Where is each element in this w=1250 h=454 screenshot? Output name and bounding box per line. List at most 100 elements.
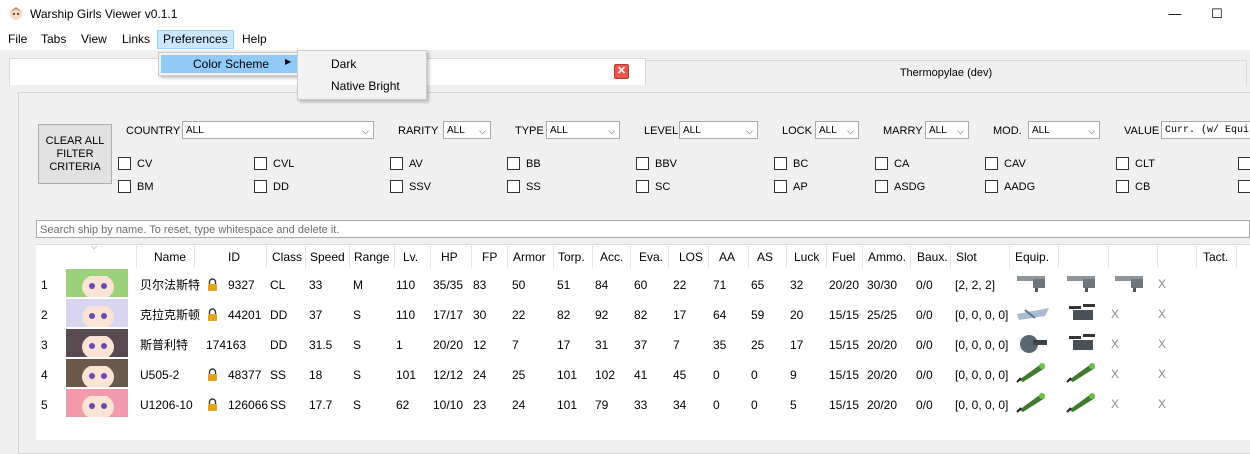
type-checkbox-bc[interactable]: BC	[774, 157, 808, 170]
column-header-baux[interactable]: Baux.	[917, 248, 948, 266]
column-header-lv[interactable]: Lv.	[403, 248, 418, 266]
chevron-down-icon: ⌵	[362, 126, 369, 136]
type-checkbox-aadg[interactable]: AADG	[985, 180, 1035, 193]
lock-select[interactable]: ALL ⌵	[815, 121, 859, 139]
cell-eva: 41	[634, 368, 648, 382]
column-header-torp[interactable]: Torp.	[558, 248, 585, 266]
column-header-equip[interactable]: Equip.	[1015, 248, 1049, 266]
mod-select[interactable]: ALL ⌵	[1028, 121, 1100, 139]
level-value: ALL	[683, 125, 701, 136]
gun-icon[interactable]	[1015, 270, 1051, 294]
checkbox-label: AP	[793, 180, 808, 193]
type-checkbox-av[interactable]: AV	[390, 157, 423, 170]
column-header-los[interactable]: LOS	[679, 248, 703, 266]
gun-icon[interactable]	[1065, 270, 1101, 294]
cell-speed: 33	[309, 278, 323, 292]
menu-preferences[interactable]: Preferences	[157, 30, 234, 49]
rarity-select[interactable]: ALL ⌵	[443, 121, 491, 139]
tab-thermopylae[interactable]: Thermopylae (dev)	[645, 60, 1247, 85]
column-header-ammo[interactable]: Ammo.	[868, 248, 906, 266]
column-header-acc[interactable]: Acc.	[600, 248, 623, 266]
checkbox-box	[774, 157, 787, 170]
lock-icon	[208, 278, 217, 291]
turret-icon[interactable]	[1065, 300, 1101, 324]
checkbox-box	[1238, 157, 1250, 170]
color-scheme-dark[interactable]: Dark	[331, 57, 356, 71]
menu-help[interactable]: Help	[240, 31, 269, 48]
column-header-armor[interactable]: Armor	[513, 248, 546, 266]
torpedo-icon[interactable]	[1015, 360, 1051, 384]
type-checkbox-ss[interactable]: SS	[507, 180, 541, 193]
rarity-value: ALL	[447, 125, 465, 136]
menu-view[interactable]: View	[79, 31, 109, 48]
checkbox-label: SC	[655, 180, 671, 193]
type-checkbox-extra[interactable]	[1238, 157, 1250, 170]
column-header-speed[interactable]: Speed	[310, 248, 345, 266]
type-checkbox-ap[interactable]: AP	[774, 180, 808, 193]
chevron-down-icon: ⌵	[847, 126, 854, 136]
value-select[interactable]: Curr. (w/ Equi	[1161, 121, 1250, 139]
cell-acc: 102	[595, 368, 616, 382]
type-select[interactable]: ALL ⌵	[546, 121, 620, 139]
lock-icon	[208, 308, 217, 321]
maximize-button[interactable]: ☐	[1202, 4, 1232, 24]
column-header-name[interactable]: Name	[154, 248, 186, 266]
column-header-id[interactable]: ID	[228, 248, 240, 266]
type-checkbox-extra[interactable]	[1238, 180, 1250, 193]
column-header-aa[interactable]: AA	[719, 248, 735, 266]
type-checkbox-cav[interactable]: CAV	[985, 157, 1026, 170]
checkbox-box	[118, 157, 131, 170]
color-scheme-native-bright[interactable]: Native Bright	[331, 79, 400, 93]
type-checkbox-ssv[interactable]: SSV	[390, 180, 431, 193]
color-scheme-menu-item[interactable]: Color Scheme ▶	[161, 55, 297, 73]
type-checkbox-dd[interactable]: DD	[254, 180, 289, 193]
column-header-as[interactable]: AS	[757, 248, 773, 266]
column-header-fuel[interactable]: Fuel	[832, 248, 855, 266]
type-checkbox-bbv[interactable]: BBV	[636, 157, 677, 170]
cell-as: 0	[751, 398, 758, 412]
column-header-slot[interactable]: Slot	[956, 248, 977, 266]
type-checkbox-clt[interactable]: CLT	[1116, 157, 1155, 170]
column-divider	[1009, 246, 1010, 268]
lock-label: LOCK	[782, 125, 812, 137]
torpedo-icon[interactable]	[1065, 390, 1101, 414]
chevron-down-icon: ⌵	[1088, 126, 1095, 136]
minimize-button[interactable]: —	[1160, 4, 1190, 24]
column-header-luck[interactable]: Luck	[794, 248, 819, 266]
type-checkbox-bm[interactable]: BM	[118, 180, 154, 193]
column-header-eva[interactable]: Eva.	[639, 248, 663, 266]
menu-file[interactable]: File	[6, 31, 29, 48]
plane-icon[interactable]	[1015, 300, 1051, 324]
gun-icon[interactable]	[1113, 270, 1149, 294]
checkbox-box	[254, 180, 267, 193]
level-select[interactable]: ALL ⌵	[679, 121, 758, 139]
column-header-range[interactable]: Range	[354, 248, 389, 266]
column-header-fp[interactable]: FP	[482, 248, 497, 266]
marry-value: ALL	[929, 125, 947, 136]
column-header-tact[interactable]: Tact.	[1203, 248, 1228, 266]
torpedo-icon[interactable]	[1015, 390, 1051, 414]
turret-icon[interactable]	[1065, 330, 1101, 354]
type-checkbox-cb[interactable]: CB	[1116, 180, 1150, 193]
cannon-icon[interactable]	[1015, 330, 1051, 354]
menu-tabs[interactable]: Tabs	[39, 31, 68, 48]
cell-luck: 9	[790, 368, 797, 382]
type-checkbox-cv[interactable]: CV	[118, 157, 152, 170]
column-header-class[interactable]: Class	[272, 248, 302, 266]
torpedo-icon[interactable]	[1065, 360, 1101, 384]
type-checkbox-bb[interactable]: BB	[507, 157, 541, 170]
type-checkbox-asdg[interactable]: ASDG	[875, 180, 925, 193]
column-header-hp[interactable]: HP	[441, 248, 458, 266]
country-select[interactable]: ALL ⌵	[182, 121, 374, 139]
ship-portrait	[66, 269, 128, 297]
menu-links[interactable]: Links	[120, 31, 152, 48]
type-checkbox-sc[interactable]: SC	[636, 180, 670, 193]
cell-fp: 30	[473, 308, 487, 322]
tab-close-button[interactable]: ✕	[614, 64, 629, 79]
marry-select[interactable]: ALL ⌵	[925, 121, 969, 139]
search-input[interactable]: Search ship by name. To reset, type whit…	[36, 220, 1250, 238]
clear-filters-button[interactable]: CLEAR ALL FILTER CRITERIA	[38, 124, 112, 184]
type-checkbox-ca[interactable]: CA	[875, 157, 909, 170]
type-checkbox-cvl[interactable]: CVL	[254, 157, 294, 170]
cell-name: 贝尔法斯特	[140, 278, 201, 292]
